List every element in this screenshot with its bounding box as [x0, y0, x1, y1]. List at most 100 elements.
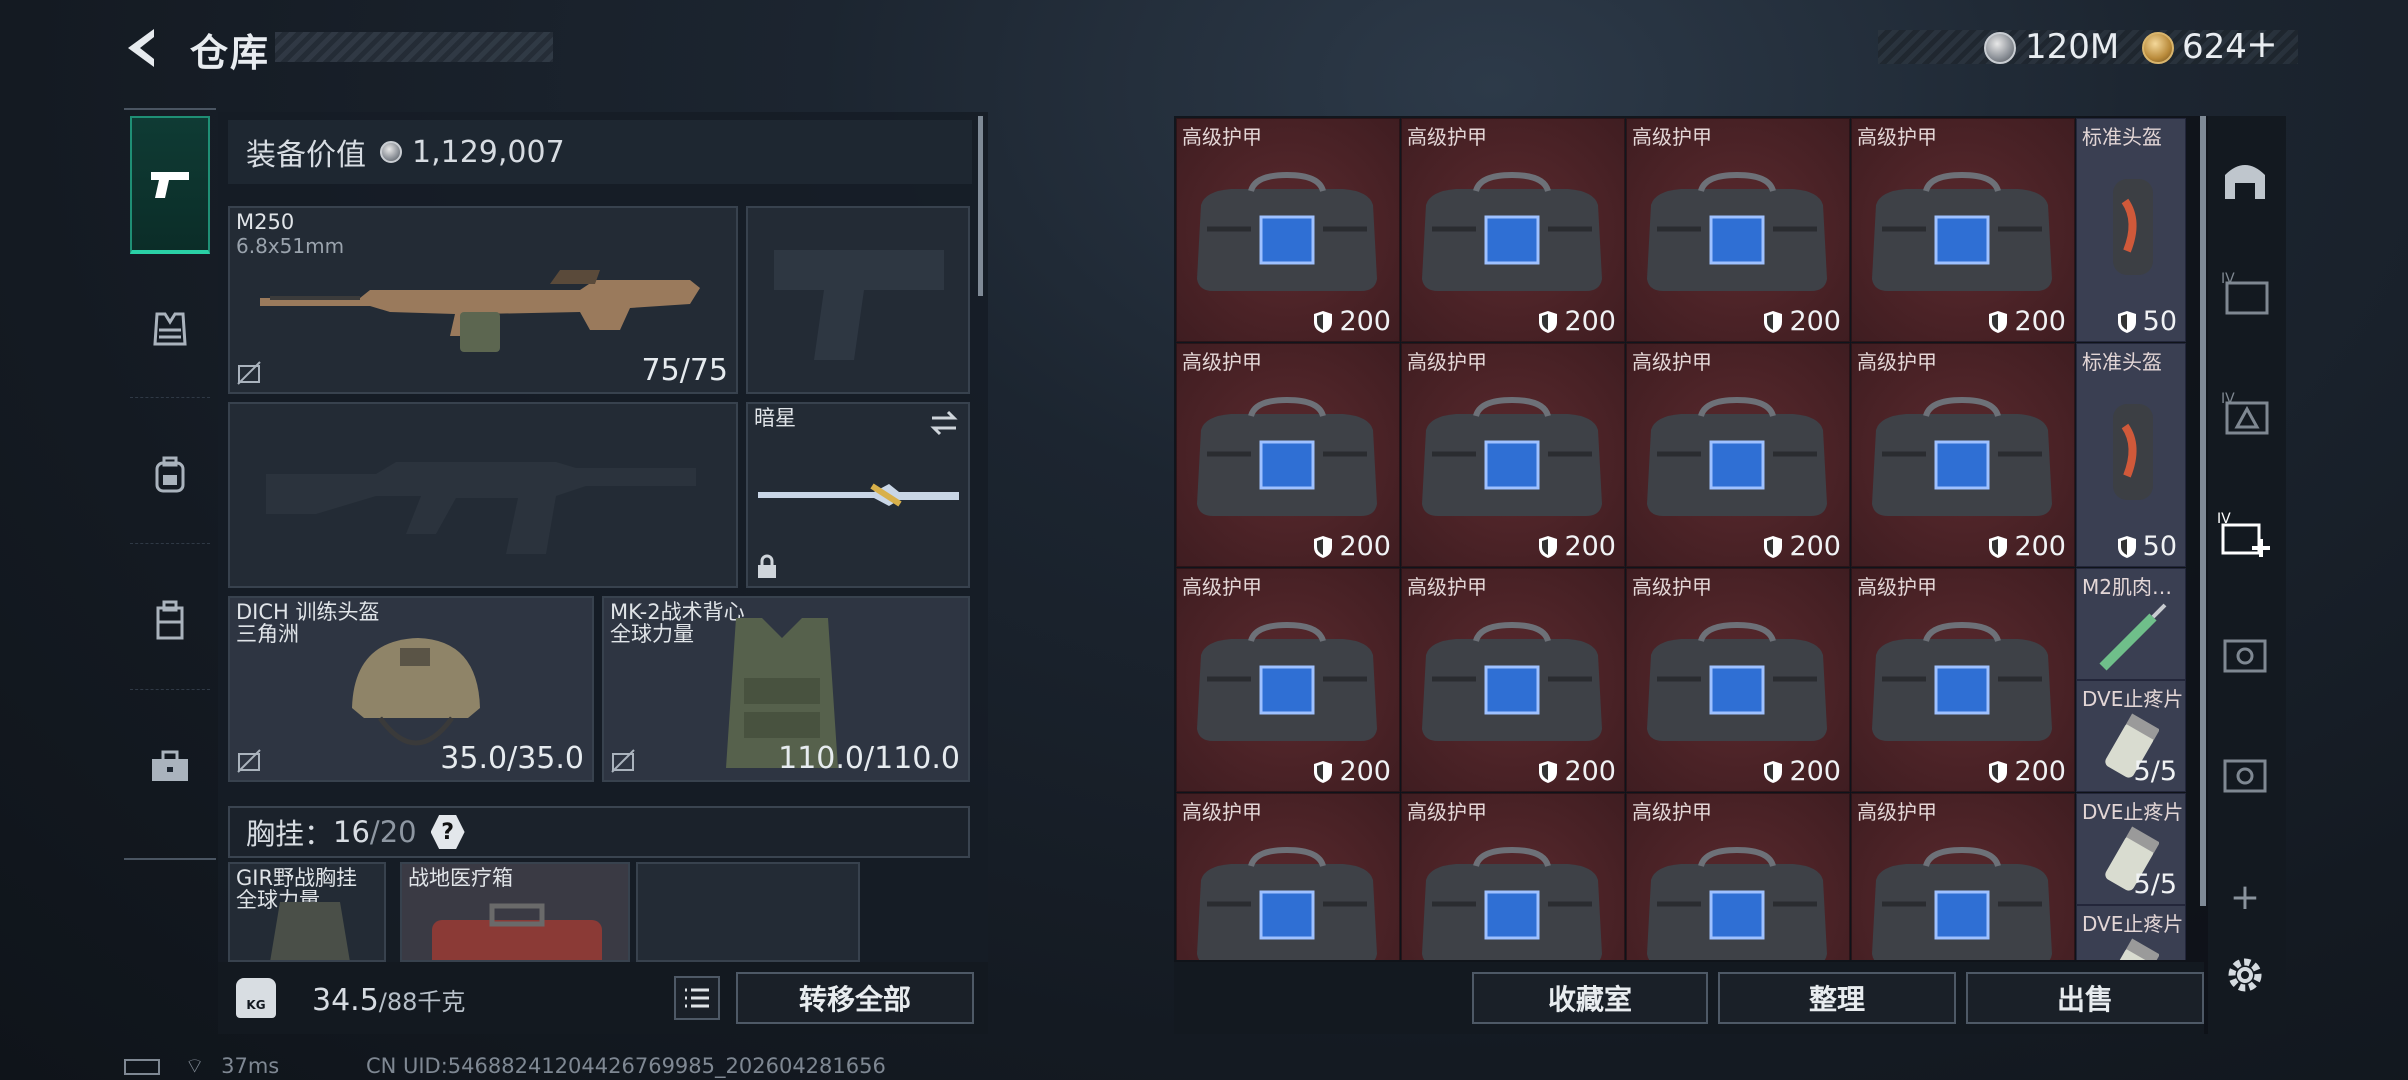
stash-item-armor-bag[interactable]: 高级护甲200 [1401, 568, 1625, 792]
armor-shield-icon [1314, 535, 1333, 558]
chest-item-empty[interactable] [636, 862, 860, 962]
weapon-name: M250 [236, 210, 295, 234]
melee-name: 暗星 [754, 406, 796, 430]
injector-image [2099, 603, 2167, 671]
no-insurance-icon [611, 749, 635, 773]
title-decoration [275, 32, 553, 62]
item-name: 高级护甲 [1857, 350, 1937, 374]
tab-case[interactable] [130, 698, 210, 836]
stash-item-armor-bag[interactable]: 高级护甲200 [1176, 118, 1400, 342]
tab-vest[interactable] [130, 260, 210, 398]
stash-tab-iv-1[interactable]: IV [2216, 264, 2274, 322]
sell-button[interactable]: 出售 [1966, 972, 2204, 1024]
pistol-slot[interactable] [746, 206, 970, 394]
helmet-slot[interactable]: DICH 训练头盔 三角洲 35.0/35.0 [228, 596, 594, 782]
knife-image [758, 483, 959, 507]
armor-value-text: 50 [2142, 306, 2177, 337]
stash-item-side-4[interactable]: DVE止疼片 5/5 [2076, 793, 2186, 905]
armor-value-text: 200 [2014, 306, 2066, 337]
helmet-durability: 35.0/35.0 [440, 741, 584, 776]
pill-bottle-image [2105, 938, 2159, 960]
item-name: 高级护甲 [1632, 125, 1712, 149]
add-currency-icon[interactable]: + [2246, 22, 2278, 66]
melee-slot[interactable]: 暗星 [746, 402, 970, 588]
lock-icon [758, 554, 776, 578]
collection-room-button[interactable]: 收藏室 [1472, 972, 1708, 1024]
loadout-scrollbar[interactable] [978, 116, 983, 296]
item-name: DVE止疼片 [2082, 800, 2184, 824]
vault-icon [2223, 639, 2267, 673]
tab-backpack[interactable] [130, 406, 210, 544]
item-armor-value: 50 [2117, 531, 2177, 562]
equipment-value-label: 装备价值 [246, 138, 366, 173]
helmet-item-image [2113, 179, 2153, 275]
armor-shield-icon [1539, 535, 1558, 558]
medkit-image [432, 903, 602, 960]
secondary-weapon-slot[interactable] [228, 402, 738, 588]
stash-item-side-1[interactable]: 标准头盔 50 [2076, 343, 2186, 567]
stash-item-armor-bag[interactable]: 高级护甲200 [1176, 343, 1400, 567]
back-icon[interactable] [120, 25, 166, 71]
help-icon[interactable]: ? [430, 815, 465, 849]
stash-item-armor-bag[interactable]: 高级护甲200 [1626, 793, 1850, 960]
tab-weapons[interactable] [130, 116, 210, 254]
item-armor-value: 200 [1313, 306, 1391, 337]
stash-item-side-2[interactable]: M2肌肉… [2076, 568, 2186, 680]
armor-bag-image [1872, 846, 2052, 960]
stash-item-side-5[interactable]: DVE止疼片 [2076, 905, 2186, 960]
transfer-all-button[interactable]: 转移全部 [736, 972, 974, 1024]
chest-rig-bar: 胸挂： 16 /20 ? [228, 806, 970, 858]
item-armor-value: 200 [1763, 756, 1841, 787]
stash-tab-vault-2[interactable] [2216, 744, 2274, 802]
stash-item-armor-bag[interactable]: 高级护甲200 [1401, 793, 1625, 960]
pistol-silhouette-icon [774, 250, 944, 360]
stash-item-armor-bag[interactable]: 高级护甲200 [1401, 343, 1625, 567]
stash-tab-iv-3[interactable]: IV [2216, 506, 2274, 564]
silver-coin-icon [1984, 32, 2016, 64]
stash-item-armor-bag[interactable]: 高级护甲200 [1176, 568, 1400, 792]
armor-value-text: 200 [1339, 306, 1391, 337]
stash-tab-iv-2[interactable]: IV [2216, 384, 2274, 442]
stash-item-side-0[interactable]: 标准头盔 50 [2076, 118, 2186, 342]
stash-item-armor-bag[interactable]: 高级护甲200 [1626, 343, 1850, 567]
chest-item-medkit[interactable]: 战地医疗箱 [400, 862, 630, 962]
item-armor-value: 200 [1538, 756, 1616, 787]
add-stash-tab-icon[interactable]: + [2216, 868, 2274, 926]
armor-bag-image [1872, 396, 2052, 516]
primary-weapon-slot[interactable]: M250 6.8x51mm 75/75 [228, 206, 738, 394]
chest-item-rig[interactable]: GIR野战胸挂 全球力量 [228, 862, 386, 962]
stash-tab-all[interactable] [2216, 150, 2274, 208]
stash-item-armor-bag[interactable]: 高级护甲200 [1626, 118, 1850, 342]
weight-value: 34.5 [312, 983, 379, 1018]
sort-button[interactable]: 整理 [1718, 972, 1956, 1024]
stash-item-armor-bag[interactable]: 高级护甲200 [1851, 568, 2075, 792]
equipment-value-row: 装备价值 1,129,007 [228, 120, 972, 184]
list-view-button[interactable] [674, 976, 720, 1020]
armor-bag-image [1197, 171, 1377, 291]
stash-tab-vault-1[interactable] [2216, 624, 2274, 682]
stash-item-armor-bag[interactable]: 高级护甲200 [1176, 793, 1400, 960]
item-armor-value: 200 [1988, 531, 2066, 562]
uid-text: CN UID:5468824120442676998​5_20260428165… [365, 1054, 886, 1078]
armor-bag-image [1197, 621, 1377, 741]
swap-icon[interactable] [928, 410, 960, 436]
item-name: M2肌肉… [2082, 575, 2172, 599]
stash-item-armor-bag[interactable]: 高级护甲200 [1401, 118, 1625, 342]
stash-item-armor-bag[interactable]: 高级护甲200 [1851, 118, 2075, 342]
stash-item-side-3[interactable]: DVE止疼片 5/5 [2076, 680, 2186, 792]
tab-rig[interactable] [130, 552, 210, 690]
stash-item-armor-bag[interactable]: 高级护甲200 [1626, 568, 1850, 792]
armor-slot[interactable]: MK-2战术背心 全球力量 110.0/110.0 [602, 596, 970, 782]
armor-bag-image [1872, 171, 2052, 291]
stash-item-armor-bag[interactable]: 高级护甲 200 [1851, 343, 2075, 567]
settings-button[interactable] [2216, 946, 2274, 1004]
stash-scrollbar[interactable] [2200, 116, 2206, 906]
svg-text:IV: IV [2221, 271, 2235, 287]
item-armor-value: 200 [1988, 756, 2066, 787]
item-armor-value: 200 [1763, 531, 1841, 562]
armor-shield-icon [1314, 760, 1333, 783]
item-armor-value: 200 [1313, 531, 1391, 562]
storage-warning-icon: IV [2221, 391, 2269, 435]
armor-shield-icon [1764, 310, 1783, 333]
stash-item-armor-bag[interactable]: 高级护甲200 [1851, 793, 2075, 960]
